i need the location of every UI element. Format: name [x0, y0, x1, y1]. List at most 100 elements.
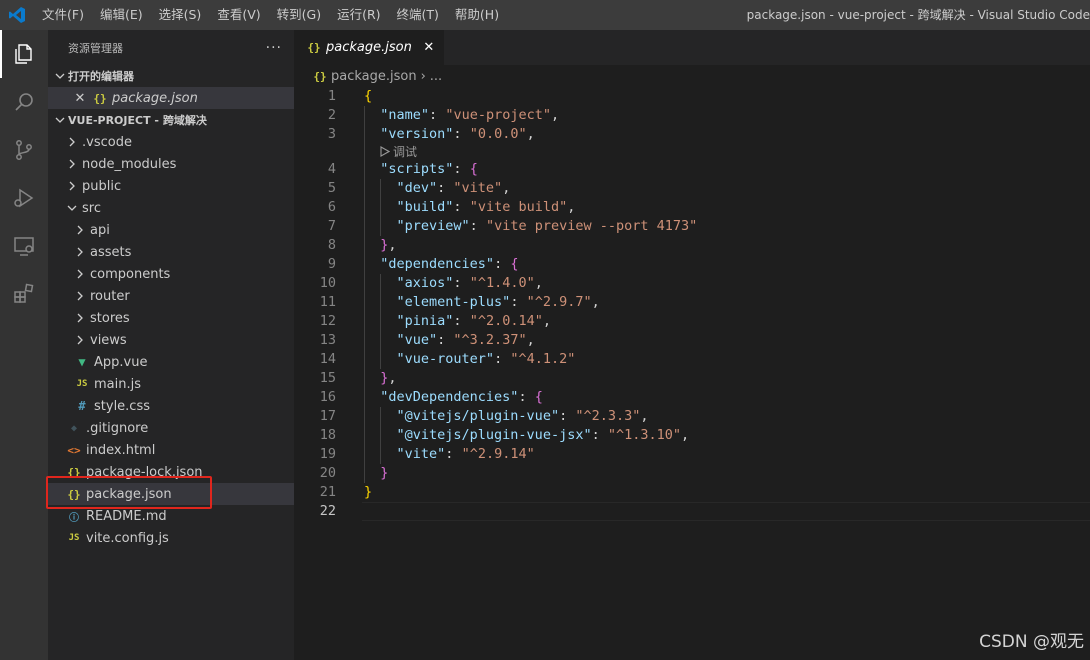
javascript-icon: JS [68, 533, 80, 543]
menu-item[interactable]: 编辑(E) [92, 0, 151, 30]
code-text: "devDependencies": { [364, 388, 543, 407]
code-text: "vue": "^3.2.37", [364, 331, 535, 350]
code-token: "name" [380, 107, 430, 123]
file-tree-label: package.json [86, 486, 172, 502]
line-number: 12 [319, 313, 336, 329]
file-tree-item[interactable]: <> index.html [48, 439, 294, 461]
code-token: "version" [380, 126, 454, 142]
code-text: }, [364, 369, 396, 388]
menu-item[interactable]: 查看(V) [209, 0, 268, 30]
file-tree: .vscode node_modules public src api assets com… [48, 131, 294, 549]
close-icon[interactable]: ✕ [72, 91, 88, 106]
remote-explorer-icon[interactable] [0, 222, 48, 270]
breadcrumb-more[interactable]: ... [430, 69, 442, 84]
file-tree-item[interactable]: JS vite.config.js [48, 527, 294, 549]
code-line: 4 "scripts": { [294, 160, 1090, 179]
file-tree-item[interactable]: node_modules [48, 153, 294, 175]
code-token: : [591, 427, 608, 443]
file-tree-item[interactable]: {} package-lock.json [48, 461, 294, 483]
file-tree-label: style.css [94, 398, 150, 414]
run-debug-icon[interactable] [0, 174, 48, 222]
git-icon: ◆ [70, 422, 78, 434]
code-token: "^4.1.2" [510, 351, 576, 367]
code-token: "dependencies" [380, 256, 495, 272]
code-editor[interactable]: 1{2 "name": "vue-project", 3 "version": "… [294, 87, 1090, 660]
code-text: }, [364, 236, 396, 255]
file-tree-label: .vscode [82, 134, 132, 150]
file-tree-item[interactable]: components [48, 263, 294, 285]
file-tree-item[interactable]: stores [48, 307, 294, 329]
code-token: "element-plus" [396, 294, 511, 310]
explorer-sidebar: 资源管理器 ··· 打开的编辑器 ✕ {} package.json VUE-P… [48, 30, 294, 660]
codelens-label: 调试 [393, 145, 418, 159]
line-number: 5 [327, 180, 336, 196]
explorer-icon[interactable] [0, 30, 48, 78]
chevron-right-icon [72, 335, 88, 345]
code-text: "scripts": { [364, 160, 478, 179]
chevron-right-icon [72, 291, 88, 301]
code-text: "build": "vite build", [364, 198, 576, 217]
breadcrumb-file[interactable]: package.json [331, 69, 417, 84]
file-tree-item[interactable]: JS main.js [48, 373, 294, 395]
codelens-debug[interactable]: 调试 [380, 145, 417, 159]
menu-item[interactable]: 帮助(H) [447, 0, 507, 30]
file-tree-label: App.vue [94, 354, 148, 370]
file-tree-item[interactable]: ▼ App.vue [48, 351, 294, 373]
more-actions-icon[interactable]: ··· [266, 40, 282, 56]
file-tree-item[interactable]: views [48, 329, 294, 351]
tab-package-json[interactable]: {} package.json ✕ [294, 30, 444, 65]
code-token: { [469, 161, 478, 177]
file-tree-item[interactable]: router [48, 285, 294, 307]
code-text: "dev": "vite", [364, 179, 511, 198]
menu-item[interactable]: 转到(G) [269, 0, 329, 30]
file-tree-item[interactable]: # style.css [48, 395, 294, 417]
menu-item[interactable]: 终端(T) [389, 0, 447, 30]
code-text: "@vitejs/plugin-vue-jsx": "^1.3.10", [364, 426, 690, 445]
code-token: : [437, 332, 454, 348]
source-control-icon[interactable] [0, 126, 48, 174]
file-tree-item[interactable]: src [48, 197, 294, 219]
menu-item[interactable]: 选择(S) [151, 0, 210, 30]
code-line: 6 "build": "vite build", [294, 198, 1090, 217]
open-editors-section[interactable]: 打开的编辑器 [48, 65, 294, 87]
file-tree-item[interactable]: api [48, 219, 294, 241]
chevron-down-icon [64, 203, 80, 213]
code-text: "name": "vue-project", [364, 106, 559, 125]
search-icon[interactable] [0, 78, 48, 126]
code-line: 15 }, [294, 369, 1090, 388]
title-bar: 文件(F) 编辑(E) 选择(S) 查看(V) 转到(G) 运行(R) 终端(T) 帮助(H)… [0, 0, 1090, 30]
code-token: : [453, 161, 470, 177]
file-tree-item[interactable]: public [48, 175, 294, 197]
file-tree-item[interactable]: ◆ .gitignore [48, 417, 294, 439]
code-token: , [567, 199, 576, 215]
chevron-right-icon [64, 159, 80, 169]
chevron-right-icon [72, 313, 88, 323]
code-line: 13 "vue": "^3.2.37", [294, 331, 1090, 350]
line-number: 3 [327, 126, 336, 142]
open-editor-item[interactable]: ✕ {} package.json [48, 87, 294, 109]
code-line: 1{ [294, 87, 1090, 106]
code-token: , [591, 294, 600, 310]
file-tree-label: README.md [86, 508, 167, 524]
menu-item[interactable]: 文件(F) [34, 0, 92, 30]
code-text: "vue-router": "^4.1.2" [364, 350, 576, 369]
code-line: 9 "dependencies": { [294, 255, 1090, 274]
indent-guide [364, 106, 365, 483]
code-line: 10 "axios": "^1.4.0", [294, 274, 1090, 293]
code-token: "^2.0.14" [469, 313, 543, 329]
line-number: 22 [319, 503, 336, 519]
file-tree-item[interactable]: .vscode [48, 131, 294, 153]
code-text: "dependencies": { [364, 255, 518, 274]
code-token: : [559, 408, 576, 424]
close-icon[interactable]: ✕ [420, 40, 438, 55]
code-text: "element-plus": "^2.9.7", [364, 293, 600, 312]
extensions-icon[interactable] [0, 270, 48, 318]
menu-item[interactable]: 运行(R) [329, 0, 388, 30]
file-tree-item[interactable]: ⓘ README.md [48, 505, 294, 527]
project-section[interactable]: VUE-PROJECT - 跨域解决 [48, 109, 294, 131]
file-tree-item[interactable]: assets [48, 241, 294, 263]
code-line: 2 "name": "vue-project", [294, 106, 1090, 125]
code-token: : [510, 294, 527, 310]
file-tree-item[interactable]: {} package.json [48, 483, 294, 505]
